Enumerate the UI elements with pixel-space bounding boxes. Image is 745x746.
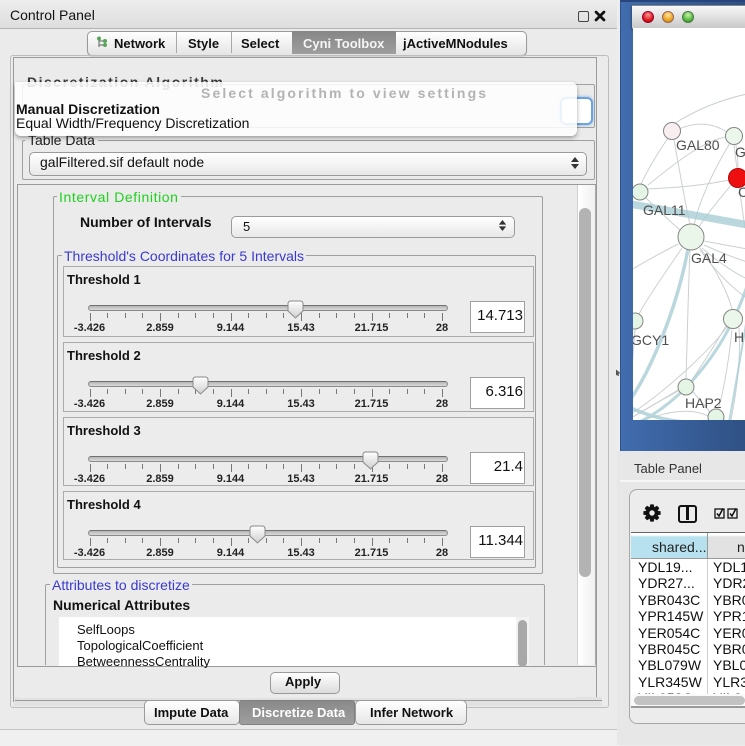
svg-text:GCY1: GCY1 [633,332,669,348]
svg-text:GAL11: GAL11 [643,202,686,218]
svg-text:GA: GA [735,144,745,160]
svg-text:GAL4: GAL4 [691,250,727,266]
svg-text:C: C [738,184,745,200]
svg-text:H: H [734,329,744,345]
svg-text:HAP2: HAP2 [685,395,722,411]
svg-text:GAL80: GAL80 [676,137,720,153]
